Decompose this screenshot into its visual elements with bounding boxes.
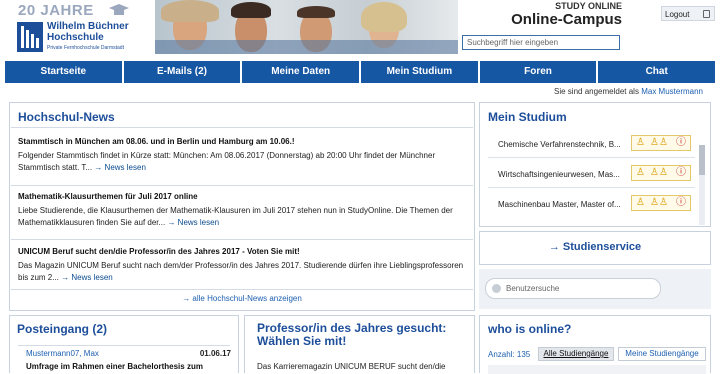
info-icon[interactable]: ⓘ	[676, 168, 686, 178]
group-icon[interactable]: ♙♙	[650, 168, 668, 178]
my-studies-title: Mein Studium	[488, 110, 567, 124]
study-online-label: STUDY ONLINE	[555, 1, 622, 11]
professor-news-panel: Professor/in des Jahres gesucht: Wählen …	[244, 315, 475, 373]
news-read-more-link[interactable]: → News lesen	[94, 163, 146, 172]
lock-icon	[703, 10, 710, 18]
divider	[18, 345, 230, 346]
user-search-panel: Benutzersuche	[479, 269, 711, 309]
course-item[interactable]: Chemische Verfahrenstechnik, B... ♙ ♙♙ ⓘ	[488, 131, 695, 158]
news-item: UNICUM Beruf sucht den/die Professor/in …	[18, 246, 468, 284]
course-status-icons: ♙ ♙♙ ⓘ	[631, 135, 691, 151]
divider	[11, 127, 473, 128]
graduation-cap-icon	[109, 4, 129, 15]
news-read-more-link[interactable]: → News lesen	[167, 218, 219, 227]
course-name: Chemische Verfahrenstechnik, B...	[498, 140, 621, 149]
professor-news-text: Das Karrieremagazin UNICUM BERUF sucht d…	[257, 362, 446, 371]
message-subject[interactable]: Umfrage im Rahmen einer Bachelorthesis z…	[26, 362, 203, 371]
university-mark-icon	[17, 22, 43, 52]
news-title: Hochschul-News	[18, 110, 115, 124]
group-icon[interactable]: ♙♙	[650, 198, 668, 208]
news-text: Liebe Studierende, die Klausurthemen der…	[18, 206, 453, 227]
student-service-link[interactable]: → Studienservice	[480, 241, 710, 253]
user-avatar-icon	[492, 284, 501, 293]
news-item: Mathematik-Klausurthemen für Juli 2017 o…	[18, 191, 468, 229]
news-panel: Hochschul-News Stammtisch in München am …	[9, 102, 475, 311]
my-studies-panel: Mein Studium Chemische Verfahrenstechnik…	[479, 102, 711, 227]
person-icon[interactable]: ♙	[636, 198, 645, 208]
courses-scrollbar[interactable]	[699, 145, 705, 225]
student-service-panel: → Studienservice	[479, 231, 711, 265]
scrollbar-thumb[interactable]	[699, 145, 705, 175]
logout-button[interactable]: Logout	[661, 6, 715, 21]
user-search-placeholder: Benutzersuche	[506, 284, 560, 293]
tab-my-programs[interactable]: Meine Studiengänge	[618, 347, 706, 361]
who-is-online-title: who is online?	[488, 322, 572, 336]
logo-name-line2: Hochschule	[47, 32, 104, 43]
user-search-input[interactable]: Benutzersuche	[485, 278, 661, 299]
info-icon[interactable]: ⓘ	[676, 138, 686, 148]
news-text: Folgender Stammtisch findet in Kürze sta…	[18, 151, 436, 172]
logo-name-line1: Wilhelm Büchner	[47, 21, 129, 32]
search-input[interactable]: Suchbegriff hier eingeben	[462, 35, 620, 50]
main-navigation: Startseite E-Mails (2) Meine Daten Mein …	[5, 61, 716, 83]
all-news-link[interactable]: → alle Hochschul-News anzeigen	[10, 294, 474, 303]
course-item[interactable]: Maschinenbau Master, Master of... ♙ ♙♙ ⓘ	[488, 191, 695, 217]
header-students-photo	[155, 0, 458, 54]
nav-startseite[interactable]: Startseite	[5, 61, 122, 83]
logout-label: Logout	[665, 10, 690, 19]
tab-all-programs[interactable]: Alle Studiengänge	[538, 347, 614, 361]
nav-chat[interactable]: Chat	[598, 61, 716, 83]
inbox-panel: Posteingang (2) Mustermann07, Max 01.06.…	[9, 315, 239, 373]
news-read-more-link[interactable]: → News lesen	[61, 273, 113, 282]
logo-subtitle: Private Fernhochschule Darmstadt	[47, 45, 124, 51]
nav-foren[interactable]: Foren	[479, 61, 597, 83]
nav-emails[interactable]: E-Mails (2)	[123, 61, 241, 83]
header: 20 JAHRE Wilhelm Büchner Hochschule Priv…	[0, 0, 720, 56]
logo-anniversary: 20 JAHRE	[18, 2, 94, 19]
inbox-title[interactable]: Posteingang (2)	[17, 322, 107, 336]
message-sender[interactable]: Mustermann07, Max	[26, 349, 99, 358]
nav-mein-studium[interactable]: Mein Studium	[361, 61, 478, 83]
news-item: Stammtisch in München am 08.06. und in B…	[18, 136, 468, 174]
course-name: Maschinenbau Master, Master of...	[498, 200, 621, 209]
course-status-icons: ♙ ♙♙ ⓘ	[631, 165, 691, 181]
online-count: Anzahl: 135	[488, 350, 531, 359]
course-item[interactable]: Wirtschaftsingenieurwesen, Mas... ♙ ♙♙ ⓘ	[488, 161, 695, 188]
logged-in-status: Sie sind angemeldet als Max Mustermann	[554, 87, 703, 96]
info-icon[interactable]: ⓘ	[676, 198, 686, 208]
news-headline[interactable]: Mathematik-Klausurthemen für Juli 2017 o…	[18, 191, 468, 203]
divider	[11, 185, 473, 186]
university-logo[interactable]: 20 JAHRE Wilhelm Büchner Hochschule Priv…	[13, 2, 151, 54]
site-title: Online-Campus	[511, 11, 622, 28]
divider	[11, 289, 473, 290]
course-name: Wirtschaftsingenieurwesen, Mas...	[498, 170, 620, 179]
news-headline[interactable]: Stammtisch in München am 08.06. und in B…	[18, 136, 468, 148]
who-is-online-panel: who is online? Anzahl: 135 Alle Studieng…	[479, 315, 711, 374]
logged-in-prefix: Sie sind angemeldet als	[554, 87, 639, 96]
nav-meine-daten[interactable]: Meine Daten	[242, 61, 360, 83]
person-icon[interactable]: ♙	[636, 138, 645, 148]
current-user-link[interactable]: Max Mustermann	[641, 87, 703, 96]
divider	[11, 239, 473, 240]
professor-news-title[interactable]: Professor/in des Jahres gesucht: Wählen …	[257, 322, 467, 348]
news-headline[interactable]: UNICUM Beruf sucht den/die Professor/in …	[18, 246, 468, 258]
message-date: 01.06.17	[199, 349, 231, 358]
course-status-icons: ♙ ♙♙ ⓘ	[631, 195, 691, 211]
person-icon[interactable]: ♙	[636, 168, 645, 178]
group-icon[interactable]: ♙♙	[650, 138, 668, 148]
